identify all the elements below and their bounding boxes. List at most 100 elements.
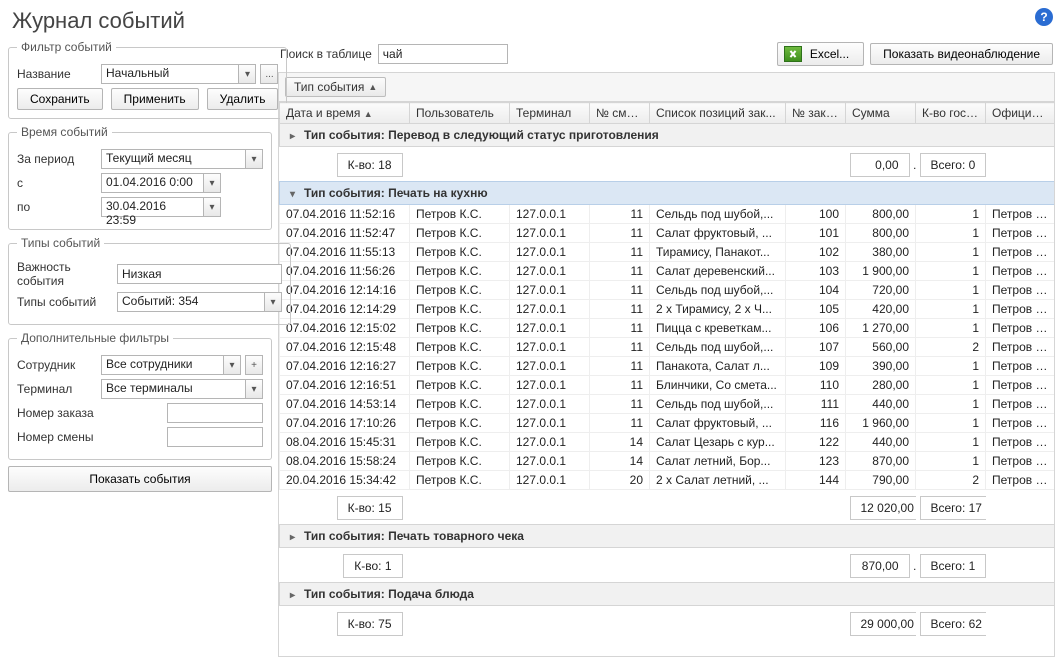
cell-terminal: 127.0.0.1 <box>510 319 590 338</box>
cell-order: 103 <box>786 262 846 281</box>
cell-user: Петров К.С. <box>410 300 510 319</box>
from-datepicker[interactable]: 01.04.2016 0:00 ▾ <box>101 173 221 193</box>
table-row[interactable]: 07.04.2016 17:10:26Петров К.С.127.0.0.11… <box>280 414 1056 433</box>
employee-combo[interactable]: Все сотрудники ▾ <box>101 355 241 375</box>
cell-terminal: 127.0.0.1 <box>510 338 590 357</box>
table-row[interactable]: 07.04.2016 12:15:48Петров К.С.127.0.0.11… <box>280 338 1056 357</box>
col-guests[interactable]: К-во гостей <box>916 103 986 124</box>
table-row[interactable]: 20.04.2016 15:34:42Петров К.С.127.0.0.12… <box>280 471 1056 490</box>
name-more-button[interactable]: ... <box>260 64 278 84</box>
group-header-row[interactable]: ▾Тип события: Печать на кухню <box>280 182 1056 205</box>
table-row[interactable]: 07.04.2016 12:14:16Петров К.С.127.0.0.11… <box>280 281 1056 300</box>
table-row[interactable]: 08.04.2016 15:45:31Петров К.С.127.0.0.11… <box>280 433 1056 452</box>
cell-waiter: Петров К.С. <box>986 224 1056 243</box>
show-video-button[interactable]: Показать видеонаблюдение <box>870 43 1053 65</box>
period-combo[interactable]: Текущий месяц ▾ <box>101 149 263 169</box>
help-icon[interactable]: ? <box>1035 8 1053 26</box>
name-combo[interactable]: Начальный ▾ <box>101 64 256 84</box>
sort-asc-icon: ▲ <box>364 109 373 119</box>
grid-scroll[interactable]: Дата и время ▲ Пользователь Терминал № с… <box>278 102 1055 657</box>
to-datepicker[interactable]: 30.04.2016 23:59 ▾ <box>101 197 221 217</box>
cell-terminal: 127.0.0.1 <box>510 281 590 300</box>
chevron-down-icon[interactable]: ▾ <box>245 379 263 399</box>
chevron-down-icon[interactable]: ▾ <box>238 64 256 84</box>
expand-icon[interactable]: ▸ <box>290 590 300 601</box>
chevron-down-icon[interactable]: ▾ <box>203 197 221 217</box>
cell-items: Салат деревенский... <box>650 262 786 281</box>
group-header-row[interactable]: ▸ Тип события: Подача блюда <box>280 583 1056 606</box>
group-footer-row: К-во: 1512 020,00Всего: 17 <box>280 490 1056 525</box>
cell-datetime: 07.04.2016 11:52:47 <box>280 224 410 243</box>
cell-terminal: 127.0.0.1 <box>510 262 590 281</box>
cell-guests: 1 <box>916 224 986 243</box>
name-value[interactable]: Начальный <box>101 64 238 84</box>
cell-sum: 720,00 <box>846 281 916 300</box>
add-employee-button[interactable]: + <box>245 355 263 375</box>
to-value[interactable]: 30.04.2016 23:59 <box>101 197 203 217</box>
col-order[interactable]: № заказа <box>786 103 846 124</box>
terminal-value[interactable]: Все терминалы <box>101 379 245 399</box>
cell-user: Петров К.С. <box>410 357 510 376</box>
chevron-down-icon[interactable]: ▾ <box>245 149 263 169</box>
cell-waiter: Петров К.С. <box>986 376 1056 395</box>
show-events-button[interactable]: Показать события <box>8 466 272 492</box>
table-row[interactable]: 07.04.2016 14:53:14Петров К.С.127.0.0.11… <box>280 395 1056 414</box>
employee-value[interactable]: Все сотрудники <box>101 355 223 375</box>
cell-guests: 1 <box>916 281 986 300</box>
search-input[interactable] <box>378 44 508 64</box>
chevron-down-icon[interactable]: ▾ <box>264 292 282 312</box>
cell-datetime: 07.04.2016 17:10:26 <box>280 414 410 433</box>
cell-waiter: Петров К.С. <box>986 281 1056 300</box>
col-shift[interactable]: № смены <box>590 103 650 124</box>
col-datetime[interactable]: Дата и время ▲ <box>280 103 410 124</box>
col-user[interactable]: Пользователь <box>410 103 510 124</box>
col-sum[interactable]: Сумма <box>846 103 916 124</box>
cell-user: Петров К.С. <box>410 319 510 338</box>
cell-waiter: Петров К.С. <box>986 243 1056 262</box>
delete-button[interactable]: Удалить <box>207 88 279 110</box>
shift-no-input[interactable] <box>167 427 263 447</box>
group-header-row[interactable]: ▸Тип события: Перевод в следующий статус… <box>280 124 1056 147</box>
table-row[interactable]: 07.04.2016 11:52:16Петров К.С.127.0.0.11… <box>280 205 1056 224</box>
groupby-bar[interactable]: Тип события ▲ <box>278 72 1055 102</box>
from-value[interactable]: 01.04.2016 0:00 <box>101 173 203 193</box>
col-items[interactable]: Список позиций зак... <box>650 103 786 124</box>
chevron-down-icon[interactable]: ▾ <box>223 355 241 375</box>
event-types-value[interactable]: Событий: 354 <box>117 292 264 312</box>
importance-input[interactable] <box>117 264 282 284</box>
table-row[interactable]: 08.04.2016 15:58:24Петров К.С.127.0.0.11… <box>280 452 1056 471</box>
cell-sum: 280,00 <box>846 376 916 395</box>
cell-datetime: 08.04.2016 15:58:24 <box>280 452 410 471</box>
cell-terminal: 127.0.0.1 <box>510 433 590 452</box>
cell-shift: 11 <box>590 300 650 319</box>
table-row[interactable]: 07.04.2016 12:16:51Петров К.С.127.0.0.11… <box>280 376 1056 395</box>
event-types-combo[interactable]: Событий: 354 ▾ <box>117 292 282 312</box>
cell-terminal: 127.0.0.1 <box>510 471 590 490</box>
cell-items: Сельдь под шубой,... <box>650 338 786 357</box>
collapse-icon[interactable]: ▾ <box>290 189 300 200</box>
period-value[interactable]: Текущий месяц <box>101 149 245 169</box>
table-row[interactable]: 07.04.2016 11:55:13Петров К.С.127.0.0.11… <box>280 243 1056 262</box>
terminal-combo[interactable]: Все терминалы ▾ <box>101 379 263 399</box>
cell-items: Сельдь под шубой,... <box>650 205 786 224</box>
expand-icon[interactable]: ▸ <box>290 532 300 543</box>
apply-button[interactable]: Применить <box>111 88 199 110</box>
chevron-down-icon[interactable]: ▾ <box>203 173 221 193</box>
group-title: Тип события: Подача блюда <box>304 587 474 601</box>
col-waiter[interactable]: Официант <box>986 103 1056 124</box>
cell-shift: 11 <box>590 395 650 414</box>
save-button[interactable]: Сохранить <box>17 88 103 110</box>
col-terminal[interactable]: Терминал <box>510 103 590 124</box>
group-header-row[interactable]: ▸Тип события: Печать товарного чека <box>280 525 1056 548</box>
expand-icon[interactable]: ▸ <box>290 131 300 142</box>
group-total: Всего: 1 <box>920 554 986 578</box>
table-row[interactable]: 07.04.2016 12:14:29Петров К.С.127.0.0.11… <box>280 300 1056 319</box>
table-row[interactable]: 07.04.2016 11:56:26Петров К.С.127.0.0.11… <box>280 262 1056 281</box>
order-no-input[interactable] <box>167 403 263 423</box>
groupby-tag[interactable]: Тип события ▲ <box>285 77 386 97</box>
table-row[interactable]: 07.04.2016 11:52:47Петров К.С.127.0.0.11… <box>280 224 1056 243</box>
table-row[interactable]: 07.04.2016 12:16:27Петров К.С.127.0.0.11… <box>280 357 1056 376</box>
table-row[interactable]: 07.04.2016 12:15:02Петров К.С.127.0.0.11… <box>280 319 1056 338</box>
excel-button[interactable]: Excel... <box>777 42 864 66</box>
cell-datetime: 20.04.2016 15:34:42 <box>280 471 410 490</box>
